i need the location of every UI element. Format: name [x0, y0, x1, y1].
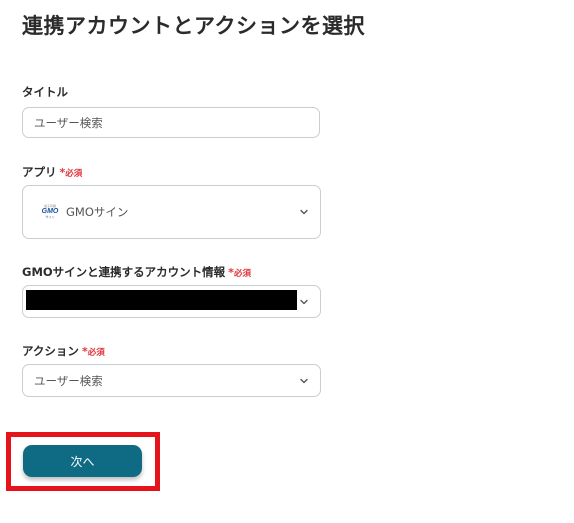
page: 連携アカウントとアクションを選択 タイトル アプリ*必須 電子印鑑 GMO サイ…: [0, 0, 574, 523]
app-select-value: GMOサイン: [66, 205, 129, 219]
title-label-text: タイトル: [22, 85, 68, 99]
required-badge: *必須: [228, 266, 251, 279]
redacted-account-value: [26, 290, 297, 310]
action-select-value: ユーザー検索: [34, 373, 103, 388]
required-badge: *必須: [81, 345, 105, 358]
title-input[interactable]: [22, 107, 320, 138]
action-label-text: アクション: [22, 344, 79, 358]
chevron-down-icon: [300, 299, 308, 304]
app-label-text: アプリ: [22, 165, 57, 179]
gmo-sign-logo-icon: 電子印鑑 GMO サイン: [41, 204, 59, 219]
required-badge: *必須: [59, 166, 83, 179]
chevron-down-icon: [300, 209, 308, 215]
app-field-label: アプリ *必須: [22, 164, 82, 180]
title-field-label: タイトル: [22, 84, 68, 100]
account-field-label: GMOサインと連携するアカウント情報 *必須: [22, 264, 251, 280]
page-title: 連携アカウントとアクションを選択: [22, 14, 365, 38]
next-button[interactable]: 次へ: [23, 445, 142, 477]
chevron-down-icon: [300, 378, 308, 383]
action-select[interactable]: ユーザー検索: [22, 364, 321, 397]
account-select[interactable]: [22, 285, 321, 318]
app-select[interactable]: 電子印鑑 GMO サイン GMOサイン: [22, 185, 321, 239]
action-field-label: アクション *必須: [22, 343, 105, 359]
account-label-text: GMOサインと連携するアカウント情報: [22, 265, 226, 279]
